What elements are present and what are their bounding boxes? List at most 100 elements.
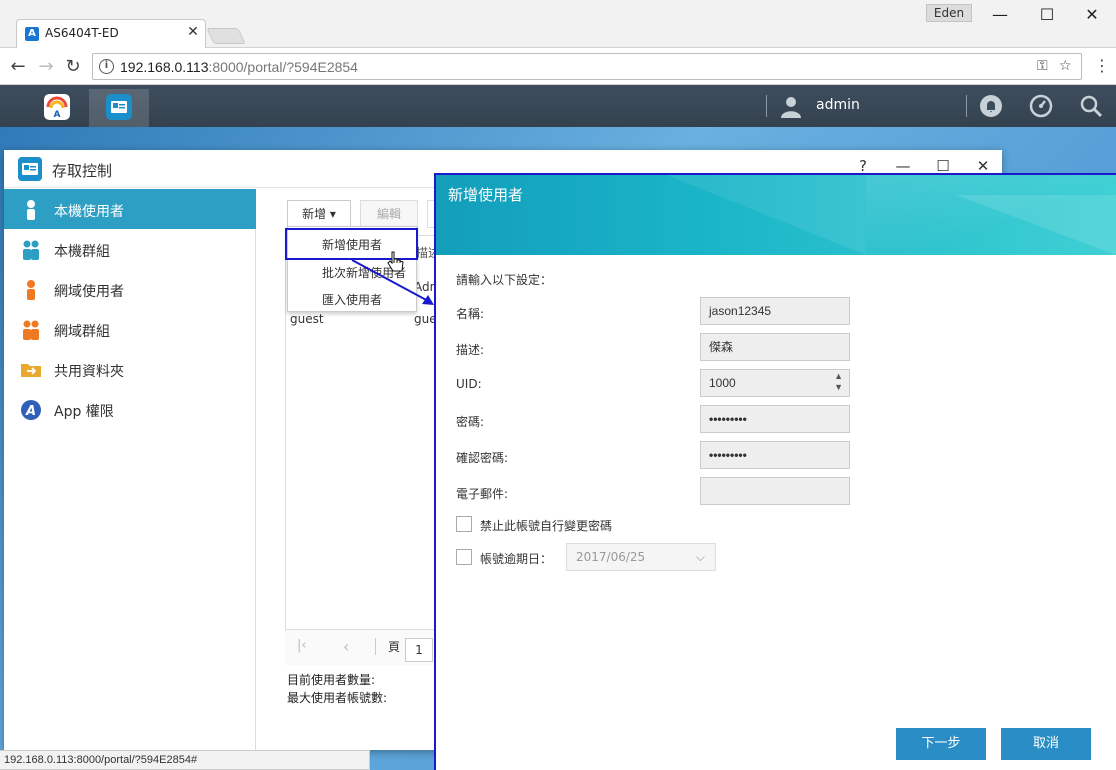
uid-stepper[interactable]: 1000 ▲ ▼ xyxy=(700,369,850,397)
spin-down-icon[interactable]: ▼ xyxy=(834,382,843,393)
expiry-checkbox[interactable] xyxy=(456,549,472,565)
admin-user-label[interactable]: admin xyxy=(816,97,860,113)
sidebar-item-label: 網域使用者 xyxy=(54,284,124,300)
tab-title: AS6404T-ED xyxy=(45,26,119,40)
max-user-count-label: 最大使用者帳號數: xyxy=(287,691,388,705)
browser-titlebar: A AS6404T-ED ✕ Eden — ☐ ✕ xyxy=(0,0,1116,49)
dialog-title: 新增使用者 xyxy=(448,186,524,204)
asustor-favicon-icon: A xyxy=(25,27,39,41)
window-minimize-button[interactable]: — xyxy=(978,4,1022,26)
grid-cell-guest-name[interactable]: guest xyxy=(290,312,324,326)
password-label: 密碼: xyxy=(456,415,485,429)
sidebar-item-label: 網域群組 xyxy=(54,324,110,340)
page-number-input[interactable]: 1 xyxy=(405,638,433,662)
info-icon[interactable]: i xyxy=(99,59,114,74)
spin-up-icon[interactable]: ▲ xyxy=(834,371,843,382)
bookmark-star-icon[interactable]: ☆ xyxy=(1059,58,1072,74)
access-control-icon xyxy=(106,94,132,120)
menu-icon[interactable]: ⋮ xyxy=(1092,56,1112,75)
current-user-count-label: 目前使用者數量: xyxy=(287,673,376,687)
notification-icon[interactable] xyxy=(979,94,1003,118)
sidebar-item-shared-folders[interactable]: 共用資料夾 xyxy=(4,349,256,389)
sidebar-item-label: 共用資料夾 xyxy=(54,364,124,380)
disallow-password-change-label: 禁止此帳號自行變更密碼 xyxy=(480,519,613,533)
header-decoration xyxy=(956,195,1116,255)
url-path: :8000/portal/?594E2854 xyxy=(208,59,358,75)
add-user-dialog: 新增使用者 請輸入以下設定： 名稱: jason12345 描述: 傑森 UID… xyxy=(434,173,1116,770)
url-input[interactable]: i 192.168.0.113:8000/portal/?594E2854 ⚿ … xyxy=(92,53,1082,80)
page-label: 頁 xyxy=(375,638,400,655)
expiry-date-value: 2017/06/25 xyxy=(576,550,646,564)
tab-close-icon[interactable]: ✕ xyxy=(185,24,201,40)
access-control-taskbar-button[interactable] xyxy=(89,89,149,127)
expiry-label: 帳號逾期日： xyxy=(480,552,553,566)
sidebar-item-local-groups[interactable]: 本機群組 xyxy=(4,229,256,269)
dialog-intro: 請輸入以下設定： xyxy=(456,273,553,287)
key-icon[interactable]: ⚿ xyxy=(1037,58,1048,74)
header-decoration xyxy=(666,175,866,255)
description-field[interactable]: 傑森 xyxy=(700,333,850,361)
cancel-button[interactable]: 取消 xyxy=(1001,728,1091,760)
edit-button[interactable]: 編輯 xyxy=(360,200,418,228)
window-maximize-button[interactable]: ☐ xyxy=(1025,4,1069,26)
dialog-header: 新增使用者 xyxy=(436,175,1116,255)
reload-button[interactable]: ↻ xyxy=(63,56,83,77)
add-button[interactable]: 新增 ▾ xyxy=(287,200,351,228)
chevron-down-icon: ⌵ xyxy=(695,550,705,564)
shared-folder-icon xyxy=(21,364,41,377)
confirm-password-label: 確認密碼: xyxy=(456,451,509,465)
divider xyxy=(766,95,767,117)
domain-user-icon xyxy=(27,280,35,300)
svg-text:A: A xyxy=(25,404,36,419)
browser-status-bar: 192.168.0.113:8000/portal/?594E2854# xyxy=(0,750,370,770)
uid-label: UID: xyxy=(456,377,482,391)
next-button[interactable]: 下一步 xyxy=(896,728,986,760)
name-field[interactable]: jason12345 xyxy=(700,297,850,325)
back-button[interactable]: ← xyxy=(8,56,28,77)
app-central-icon: A xyxy=(44,94,70,120)
pager: |‹ ‹ 頁 1 xyxy=(285,629,455,665)
local-user-icon xyxy=(27,200,35,220)
svg-text:A: A xyxy=(54,110,61,120)
new-tab-button[interactable] xyxy=(206,28,246,44)
sidebar-item-label: 本機群組 xyxy=(54,244,110,260)
expiry-date-select[interactable]: 2017/06/25 ⌵ xyxy=(566,543,716,571)
uid-value: 1000 xyxy=(709,376,736,390)
disallow-password-change-checkbox[interactable] xyxy=(456,516,472,532)
app-central-button[interactable]: A xyxy=(27,89,87,127)
dashboard-icon[interactable] xyxy=(1029,94,1053,118)
sidebar-item-label: App 權限 xyxy=(54,404,114,420)
sidebar-item-local-users[interactable]: 本機使用者 xyxy=(4,189,256,229)
adm-taskbar: A admin xyxy=(0,85,1116,127)
domain-group-icon xyxy=(23,320,39,340)
password-field[interactable]: ••••••••• xyxy=(700,405,850,433)
profile-badge[interactable]: Eden xyxy=(926,4,972,22)
user-avatar-icon[interactable] xyxy=(779,94,803,118)
url-host: 192.168.0.113 xyxy=(120,59,209,75)
window-title: 存取控制 xyxy=(52,162,113,180)
sidebar-item-app-permissions[interactable]: A App 權限 xyxy=(4,389,256,429)
sidebar-item-label: 本機使用者 xyxy=(54,204,124,220)
browser-tab[interactable]: A AS6404T-ED ✕ xyxy=(16,19,206,49)
divider xyxy=(966,95,967,117)
app-permission-icon: A xyxy=(21,400,41,420)
email-label: 電子郵件: xyxy=(456,487,509,501)
address-bar-row: ← → ↻ i 192.168.0.113:8000/portal/?594E2… xyxy=(0,48,1116,85)
confirm-password-field[interactable]: ••••••••• xyxy=(700,441,850,469)
hand-cursor-icon xyxy=(387,251,404,272)
name-label: 名稱: xyxy=(456,307,485,321)
sidebar-item-domain-users[interactable]: 網域使用者 xyxy=(4,269,256,309)
uid-spin-arrows[interactable]: ▲ ▼ xyxy=(834,371,843,393)
window-close-button[interactable]: ✕ xyxy=(1070,4,1114,26)
local-group-icon xyxy=(23,240,39,260)
access-control-icon xyxy=(18,157,42,181)
search-icon[interactable] xyxy=(1079,94,1103,118)
forward-button[interactable]: → xyxy=(36,56,56,77)
sidebar-item-domain-groups[interactable]: 網域群組 xyxy=(4,309,256,349)
prev-page-button[interactable]: ‹ xyxy=(343,637,349,656)
email-field[interactable] xyxy=(700,477,850,505)
description-label: 描述: xyxy=(456,343,485,357)
url-text: 192.168.0.113:8000/portal/?594E2854 xyxy=(120,59,358,75)
first-page-button[interactable]: |‹ xyxy=(297,638,307,653)
sidebar: 本機使用者 本機群組 網域使用者 網域群組 共用資料夾 A App 權限 xyxy=(4,189,256,750)
